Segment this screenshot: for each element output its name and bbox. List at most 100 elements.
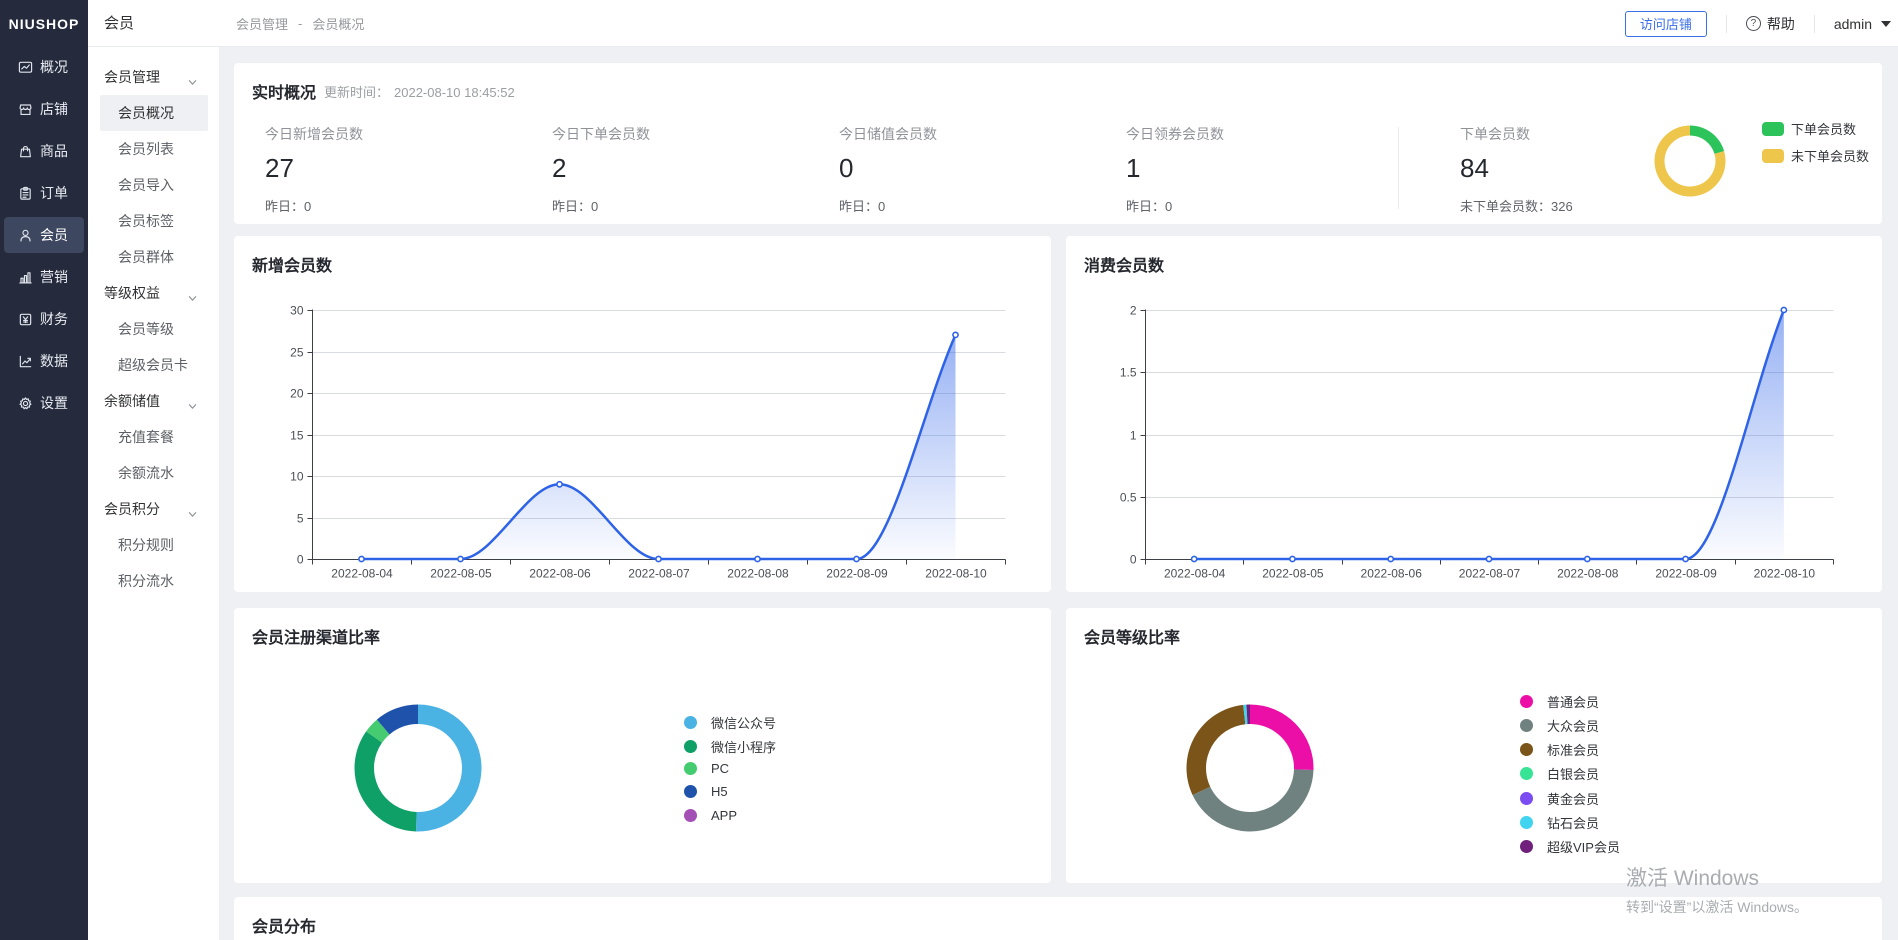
legend-item-微信小程序[interactable]: 微信小程序 [684,737,776,756]
app-logo: NIUSHOP [0,0,88,47]
stat-label: 今日领券会员数 [1126,124,1396,144]
svg-text:10: 10 [290,470,304,484]
submenu-item-会员标签[interactable]: 会员标签 [88,203,219,239]
sidebar-item-label: 概况 [40,57,68,77]
sidebar-item-marketing[interactable]: 营销 [0,256,88,298]
order-icon [18,186,33,201]
breadcrumb-item-current: 会员概况 [312,14,364,33]
overview-divider [1398,127,1399,209]
submenu-item-会员概况[interactable]: 会员概况 [88,95,219,131]
submenu-item-会员列表[interactable]: 会员列表 [88,131,219,167]
legend-item-H5[interactable]: H5 [684,784,728,799]
topbar-divider [1814,15,1815,33]
sidebar-item-overview[interactable]: 概况 [0,46,88,88]
help-button[interactable]: ? 帮助 [1746,14,1795,34]
overview-card-title: 实时概况 [252,79,316,103]
breadcrumb-item-parent[interactable]: 会员管理 [236,14,288,33]
stat-label: 今日储值会员数 [839,124,1109,144]
register-channel-donut [234,608,1051,883]
legend-item-APP[interactable]: APP [684,808,737,823]
svg-text:2022-08-10: 2022-08-10 [925,567,987,581]
svg-text:2022-08-10: 2022-08-10 [1754,567,1816,581]
legend-label: 未下单会员数 [1791,146,1869,165]
legend-dot [1520,840,1533,853]
submenu-row-label: 会员等级 [118,319,174,339]
data-icon [18,354,33,369]
submenu-group-会员管理[interactable]: 会员管理 [88,59,219,95]
stat-value: 1 [1126,153,1396,184]
submenu-group-余额储值[interactable]: 余额储值 [88,383,219,419]
sidebar-item-member[interactable]: 会员 [0,214,88,256]
submenu-row-label: 会员列表 [118,139,174,159]
visit-shop-button[interactable]: 访问店铺 [1625,11,1707,37]
legend-label: 超级VIP会员 [1547,837,1620,856]
submenu-row-label: 会员标签 [118,211,174,231]
breadcrumb-separator: - [298,16,302,31]
sidebar-item-data[interactable]: 数据 [0,340,88,382]
shop-icon [18,102,33,117]
sidebar-item-shop[interactable]: 店铺 [0,88,88,130]
topbar-actions: 访问店铺 ? 帮助 admin [1625,0,1891,47]
chevron-down-icon [188,290,197,299]
legend-label: 黄金会员 [1547,789,1599,808]
legend-dot [1520,816,1533,829]
sidebar-item-order[interactable]: 订单 [0,172,88,214]
submenu-group-等级权益[interactable]: 等级权益 [88,275,219,311]
legend-item-未下单会员数[interactable]: 未下单会员数 [1762,146,1869,165]
legend-label: 微信公众号 [711,713,776,732]
svg-text:0.5: 0.5 [1120,491,1137,505]
submenu-group-会员积分[interactable]: 会员积分 [88,491,219,527]
submenu-row-label: 积分规则 [118,535,174,555]
svg-text:15: 15 [290,429,304,443]
legend-item-PC[interactable]: PC [684,761,729,776]
submenu-row-label: 余额流水 [118,463,174,483]
submenu-item-会员群体[interactable]: 会员群体 [88,239,219,275]
svg-text:30: 30 [290,304,304,318]
legend-label: 普通会员 [1547,692,1599,711]
sidebar-item-settings[interactable]: 设置 [0,382,88,424]
legend-label: 标准会员 [1547,740,1599,759]
legend-item-白银会员[interactable]: 白银会员 [1520,764,1599,783]
legend-dot [684,809,697,822]
legend-item-大众会员[interactable]: 大众会员 [1520,716,1599,735]
submenu-row-label: 会员群体 [118,247,174,267]
submenu-item-会员导入[interactable]: 会员导入 [88,167,219,203]
submenu-row-label: 余额储值 [104,391,160,411]
sidebar-item-label: 财务 [40,309,68,329]
legend-item-钻石会员[interactable]: 钻石会员 [1520,813,1599,832]
user-menu[interactable]: admin [1834,16,1891,32]
finance-icon [18,312,33,327]
submenu-item-积分规则[interactable]: 积分规则 [88,527,219,563]
legend-item-超级VIP会员[interactable]: 超级VIP会员 [1520,837,1620,856]
sidebar-item-label: 订单 [40,183,68,203]
submenu-list: 会员管理会员概况会员列表会员导入会员标签会员群体等级权益会员等级超级会员卡余额储… [88,59,219,599]
legend-label: 下单会员数 [1791,119,1856,138]
svg-text:2022-08-07: 2022-08-07 [628,567,690,581]
svg-text:2022-08-04: 2022-08-04 [1164,567,1226,581]
settings-icon [18,396,33,411]
stat-block-0: 今日新增会员数27昨日：0 [265,124,535,215]
legend-item-微信公众号[interactable]: 微信公众号 [684,713,776,732]
sidebar-item-goods[interactable]: 商品 [0,130,88,172]
chevron-down-icon [188,74,197,83]
legend-item-黄金会员[interactable]: 黄金会员 [1520,789,1599,808]
submenu-item-超级会员卡[interactable]: 超级会员卡 [88,347,219,383]
legend-label: PC [711,761,729,776]
chevron-down-icon [188,398,197,407]
submenu-item-积分流水[interactable]: 积分流水 [88,563,219,599]
sidebar-item-finance[interactable]: 财务 [0,298,88,340]
stat-value: 2 [552,153,822,184]
submenu-item-余额流水[interactable]: 余额流水 [88,455,219,491]
svg-text:2022-08-05: 2022-08-05 [1262,567,1324,581]
svg-text:25: 25 [290,346,304,360]
submenu-item-会员等级[interactable]: 会员等级 [88,311,219,347]
legend-item-下单会员数[interactable]: 下单会员数 [1762,119,1856,138]
legend-swatch [1762,122,1784,136]
legend-item-普通会员[interactable]: 普通会员 [1520,692,1599,711]
submenu-row-label: 会员管理 [104,67,160,87]
legend-dot [1520,792,1533,805]
svg-text:2022-08-08: 2022-08-08 [1557,567,1619,581]
legend-item-标准会员[interactable]: 标准会员 [1520,740,1599,759]
submenu-item-充值套餐[interactable]: 充值套餐 [88,419,219,455]
sidebar-item-label: 商品 [40,141,68,161]
